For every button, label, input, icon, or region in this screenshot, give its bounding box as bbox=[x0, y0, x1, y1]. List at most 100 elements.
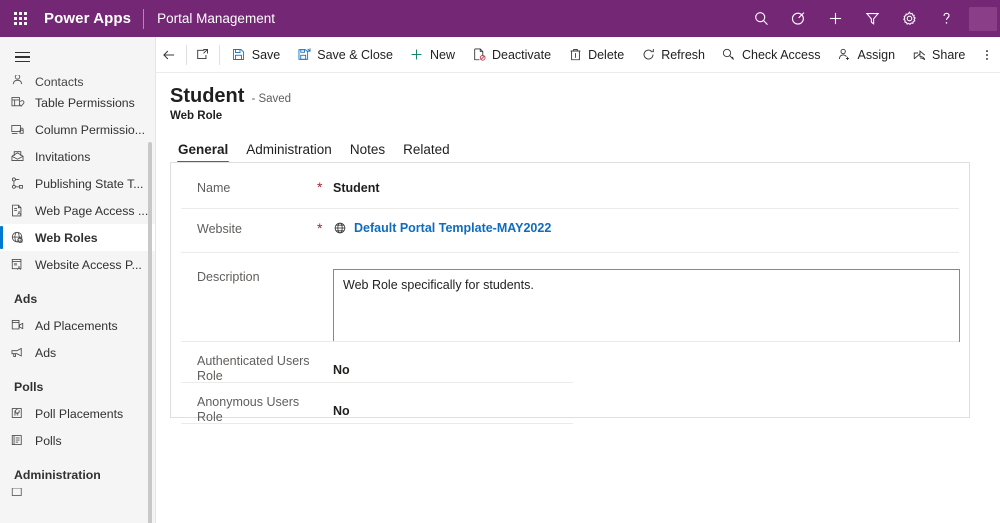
save-label: Save bbox=[252, 48, 281, 62]
app-launcher-waffle-icon[interactable] bbox=[0, 0, 40, 37]
main-content: Student - Saved Web Role General Adminis… bbox=[156, 73, 1000, 523]
invitations-icon bbox=[10, 147, 32, 167]
sidebar-scrollbar[interactable] bbox=[148, 142, 152, 523]
sidebar-item-column-permissions[interactable]: Column Permissio... bbox=[0, 116, 156, 143]
refresh-button[interactable]: Refresh bbox=[632, 37, 713, 73]
sidebar-item-label: Polls bbox=[32, 434, 62, 448]
sidebar-item-label: Ads bbox=[32, 346, 56, 360]
field-value-anonymous-users-role[interactable]: No bbox=[333, 395, 969, 418]
field-value-name[interactable]: Student bbox=[333, 180, 969, 195]
partial-item-icon bbox=[10, 488, 32, 502]
save-status: - Saved bbox=[251, 93, 291, 105]
sidebar-item-web-roles[interactable]: Web Roles bbox=[0, 224, 156, 251]
sidebar-item-label: Web Page Access ... bbox=[32, 204, 148, 218]
search-icon[interactable] bbox=[743, 0, 780, 37]
command-divider bbox=[219, 45, 220, 65]
sidebar-item-website-access-permissions[interactable]: A Website Access P... bbox=[0, 251, 156, 278]
assign-button[interactable]: Assign bbox=[829, 37, 904, 73]
sidebar-item-label: Publishing State T... bbox=[32, 177, 143, 191]
deactivate-button[interactable]: Deactivate bbox=[463, 37, 559, 73]
tab-administration[interactable]: Administration bbox=[237, 142, 341, 163]
sidebar-group-ads: Ads bbox=[0, 278, 156, 312]
refresh-label: Refresh bbox=[661, 48, 705, 62]
record-header: Student - Saved Web Role bbox=[156, 73, 1000, 122]
target-icon[interactable] bbox=[780, 0, 817, 37]
ads-icon bbox=[10, 343, 32, 363]
help-icon[interactable] bbox=[928, 0, 965, 37]
table-permissions-icon bbox=[10, 93, 32, 113]
sidebar-item-table-permissions[interactable]: Table Permissions bbox=[0, 89, 156, 116]
assign-user-icon bbox=[837, 47, 853, 63]
deactivate-icon bbox=[471, 47, 487, 63]
app-header: Power Apps Portal Management bbox=[0, 0, 1000, 37]
sidebar-item-label: Column Permissio... bbox=[32, 123, 145, 137]
entity-name: Web Role bbox=[170, 110, 1000, 122]
sidebar-item-label: Ad Placements bbox=[32, 319, 118, 333]
share-label: Share bbox=[932, 48, 965, 62]
save-and-close-icon bbox=[296, 47, 312, 63]
app-name: Portal Management bbox=[144, 11, 275, 26]
field-row-anonymous-users-role: Anonymous Users Role No bbox=[171, 383, 969, 424]
command-divider bbox=[186, 45, 187, 65]
field-value-website: Default Portal Template-MAY2022 bbox=[333, 221, 969, 235]
ad-placements-icon bbox=[10, 316, 32, 336]
filter-icon[interactable] bbox=[854, 0, 891, 37]
sidebar: Contacts Table Permissions Column Permis… bbox=[0, 37, 156, 523]
check-access-button[interactable]: Check Access bbox=[713, 37, 829, 73]
form-tabs: General Administration Notes Related bbox=[170, 135, 1000, 163]
page-title: Student bbox=[170, 85, 244, 108]
deactivate-label: Deactivate bbox=[492, 48, 551, 62]
svg-text:A: A bbox=[17, 211, 21, 217]
header-actions bbox=[743, 0, 1000, 37]
website-access-icon: A bbox=[10, 255, 32, 275]
field-label-website: Website bbox=[171, 221, 317, 237]
sidebar-nav-list: Contacts Table Permissions Column Permis… bbox=[0, 75, 156, 523]
web-page-access-icon: A bbox=[10, 201, 32, 221]
sidebar-group-administration: Administration bbox=[0, 454, 156, 488]
description-textarea[interactable]: Web Role specifically for students. bbox=[333, 269, 960, 342]
sidebar-item-partial[interactable] bbox=[0, 488, 156, 502]
field-row-description: Description Web Role specifically for st… bbox=[171, 253, 969, 342]
field-label-anonymous-users-role: Anonymous Users Role bbox=[171, 395, 317, 425]
back-button[interactable] bbox=[156, 37, 183, 73]
check-access-icon bbox=[721, 47, 737, 63]
gear-icon[interactable] bbox=[891, 0, 928, 37]
share-button[interactable]: Share bbox=[903, 37, 973, 73]
tab-general[interactable]: General bbox=[169, 142, 237, 163]
popout-button[interactable] bbox=[189, 37, 216, 73]
field-row-authenticated-users-role: Authenticated Users Role No bbox=[171, 342, 969, 383]
save-and-close-button[interactable]: Save & Close bbox=[288, 37, 401, 73]
command-overflow-button[interactable] bbox=[973, 37, 1000, 73]
sidebar-item-contacts[interactable]: Contacts bbox=[0, 75, 156, 89]
field-label-authenticated-users-role: Authenticated Users Role bbox=[171, 354, 317, 384]
sidebar-item-polls[interactable]: Polls bbox=[0, 427, 156, 454]
sidebar-item-web-page-access[interactable]: A Web Page Access ... bbox=[0, 197, 156, 224]
field-value-authenticated-users-role[interactable]: No bbox=[333, 354, 969, 377]
tab-notes[interactable]: Notes bbox=[341, 142, 394, 163]
plus-icon bbox=[409, 47, 425, 63]
publishing-state-icon bbox=[10, 174, 32, 194]
hamburger-menu-icon[interactable] bbox=[0, 39, 44, 75]
globe-icon bbox=[333, 221, 347, 235]
plus-icon[interactable] bbox=[817, 0, 854, 37]
brand-title[interactable]: Power Apps bbox=[40, 10, 143, 27]
sidebar-item-invitations[interactable]: Invitations bbox=[0, 143, 156, 170]
tab-related[interactable]: Related bbox=[394, 142, 459, 163]
command-bar: Save Save & Close New D bbox=[156, 37, 1000, 73]
avatar[interactable] bbox=[965, 0, 1000, 37]
refresh-icon bbox=[640, 47, 656, 63]
sidebar-item-poll-placements[interactable]: Poll Placements bbox=[0, 400, 156, 427]
save-button[interactable]: Save bbox=[223, 37, 289, 73]
new-button[interactable]: New bbox=[401, 37, 463, 73]
form-card: Name * Student Website * Default Portal … bbox=[170, 162, 970, 418]
sidebar-item-label: Contacts bbox=[32, 75, 84, 89]
sidebar-item-ad-placements[interactable]: Ad Placements bbox=[0, 312, 156, 339]
sidebar-item-ads[interactable]: Ads bbox=[0, 339, 156, 366]
sidebar-item-publishing-states[interactable]: Publishing State T... bbox=[0, 170, 156, 197]
contacts-icon bbox=[10, 75, 32, 89]
save-icon bbox=[231, 47, 247, 63]
field-label-name: Name bbox=[171, 180, 317, 196]
delete-button[interactable]: Delete bbox=[559, 37, 632, 73]
sidebar-item-label: Table Permissions bbox=[32, 96, 135, 110]
website-lookup-link[interactable]: Default Portal Template-MAY2022 bbox=[354, 221, 551, 235]
